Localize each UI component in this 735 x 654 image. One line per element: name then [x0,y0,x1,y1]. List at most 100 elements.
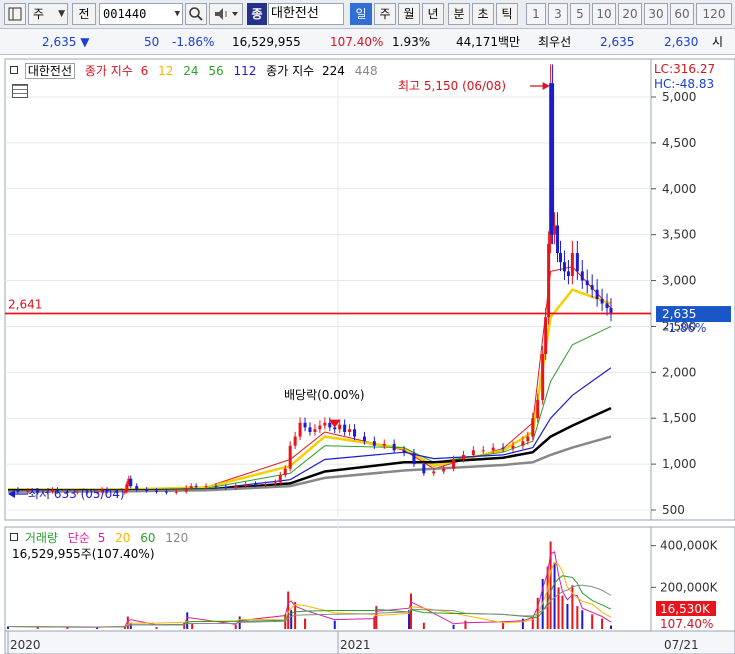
volume-bar [155,627,158,629]
candle-body [562,262,566,272]
y-tick-label: 4,500 [662,136,696,150]
legend-ma-12[interactable]: 12 [158,64,173,78]
stock-code-value: 001440 [103,7,147,21]
candle-body [125,484,129,492]
volume-legend-title[interactable]: 거래량 [25,531,58,545]
candle-body [244,484,248,487]
legend-ma-6[interactable]: 6 [141,64,149,78]
legend-ma-112[interactable]: 112 [233,64,256,78]
table-view-icon[interactable] [12,84,28,98]
candle-body [234,486,238,488]
price-change: 50 [144,35,160,49]
high-label: 최고 5,150 (06/08) [398,79,506,93]
legend-ma-224[interactable]: 224 [322,64,345,78]
market-select[interactable]: 주 ▼ [28,3,68,25]
candle-body [392,443,396,451]
lc-label: LC:316.27 [654,62,715,76]
search-button[interactable] [185,3,207,25]
interval-1[interactable]: 1 [526,3,546,25]
period-label: 년 [427,7,439,21]
x-tick-label-2021: 2021 [340,638,371,652]
candle-body [566,271,570,276]
volume-axis: 400,000K 200,000K 16,530K107.40% [651,539,719,631]
y-tick-label: 3,000 [662,274,696,288]
interval-5[interactable]: 5 [570,3,590,25]
period-tab-tick[interactable]: 틱 [496,3,518,25]
y-tick-label: 1,000 [662,457,696,471]
candle-body [412,453,416,465]
speaker-icon [215,8,238,20]
jeon-button[interactable]: 전 [72,3,96,25]
volume-bar [452,624,455,629]
volume-bar [409,593,412,629]
legend-ma-label[interactable]: 종가 지수 [85,64,133,78]
candle-body [491,447,495,451]
candle-body [585,280,589,286]
period-label: 틱 [501,7,513,21]
candle-body [293,436,297,446]
period-tab-month[interactable]: 월 [398,3,420,25]
period-label: 분 [453,7,465,21]
period-tab-day[interactable]: 일 [350,3,372,25]
interval-label: 10 [596,7,612,21]
volume-bar [581,610,584,629]
candle-body [343,424,347,432]
candle-body [382,443,386,446]
period-tab-second[interactable]: 초 [472,3,494,25]
trailing-label: 시 [712,35,724,49]
interval-20[interactable]: 20 [618,3,642,25]
price-info-bar: 2,635 ▼ 50 -1.86% 16,529,955 107.40% 1.9… [0,29,735,55]
stock-name-field[interactable]: 대한전선 [268,3,344,25]
legend-ma-56[interactable]: 56 [208,64,223,78]
candle-body [544,317,548,354]
candle-body [16,489,20,492]
best-ask-label: 최우선 [538,35,572,49]
volume-bar [561,595,564,629]
legend-ma2-label[interactable]: 종가 지수 [266,64,314,78]
period-tab-week[interactable]: 주 [374,3,396,25]
stock-chart[interactable]: 5,0004,5004,0003,5003,0002,5002,0001,500… [0,55,735,654]
layout-icon[interactable] [4,3,26,25]
interval-30[interactable]: 30 [644,3,668,25]
volume-bar [610,625,612,629]
period-tab-minute[interactable]: 분 [448,3,470,25]
volume-bar [576,606,579,629]
volume-bar [601,618,604,629]
candle-body [501,447,505,449]
stock-code-input[interactable]: 001440 ▼ [99,3,183,25]
candle-body [452,459,456,469]
interval-10[interactable]: 10 [592,3,616,25]
volume-ratio: 107.40% [330,35,384,49]
volume-ma-60[interactable]: 60 [140,531,155,545]
best-bid-price: 2,630 [664,35,699,49]
candle-body [353,429,357,437]
candle-body [511,445,515,449]
candle-body [461,454,465,460]
period-tab-year[interactable]: 년 [422,3,444,25]
candle-body [155,490,159,492]
candle-body [263,484,267,486]
speaker-button[interactable] [209,3,243,25]
name-prefix-badge[interactable]: 종 [247,3,267,25]
candle-body [526,436,530,442]
period-label: 일 [355,7,367,21]
legend-ma-448[interactable]: 448 [355,64,378,78]
candle-body [333,427,337,430]
candle-body [318,425,322,430]
interval-120[interactable]: 120 [696,3,732,25]
chevron-down-icon: ▼ [58,9,65,19]
candle-body [328,422,332,428]
volume-ma-20[interactable]: 20 [115,531,130,545]
volume-ma-5[interactable]: 5 [98,531,106,545]
legend-ma-24[interactable]: 24 [183,64,198,78]
volume-bar [591,614,594,629]
candle-body [536,399,540,419]
volume-legend-ma-label[interactable]: 단순 [68,531,90,545]
candle-body [521,441,525,446]
interval-3[interactable]: 3 [548,3,568,25]
legend-stock-name[interactable]: 대한전선 [24,63,75,79]
volume-bar [553,562,556,629]
current-volume-label: 16,530K [660,602,711,616]
volume-ma-120[interactable]: 120 [165,531,188,545]
interval-60[interactable]: 60 [670,3,694,25]
